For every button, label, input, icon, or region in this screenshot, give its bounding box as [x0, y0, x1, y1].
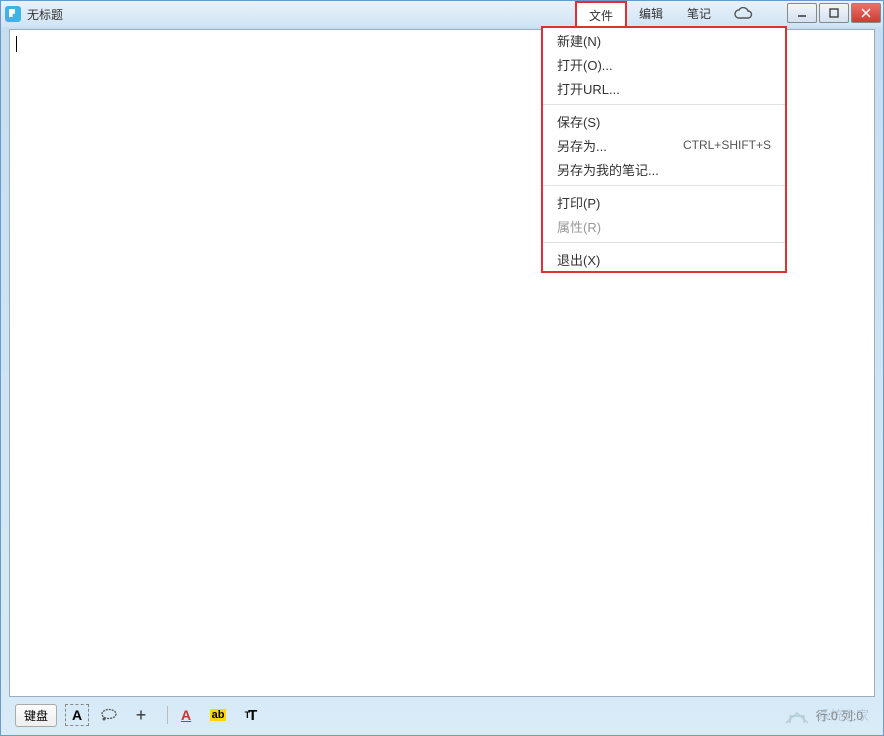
menu-item-label: 新建(N): [557, 31, 601, 50]
menu-separator: [543, 185, 785, 186]
window-title: 无标题: [27, 6, 63, 23]
maximize-button[interactable]: [819, 3, 849, 23]
lasso-icon[interactable]: [97, 704, 121, 726]
menu-item-save-as[interactable]: 另存为... CTRL+SHIFT+S: [543, 133, 785, 157]
text-select-icon[interactable]: A: [65, 704, 89, 726]
close-button[interactable]: [851, 3, 881, 23]
menu-separator: [543, 242, 785, 243]
menu-item-save-as-note[interactable]: 另存为我的笔记...: [543, 157, 785, 181]
menu-item-label: 打印(P): [557, 193, 600, 212]
highlight-icon[interactable]: ab: [206, 704, 230, 726]
menu-item-save[interactable]: 保存(S): [543, 109, 785, 133]
menu-item-label: 打开URL...: [557, 79, 620, 98]
plus-icon[interactable]: +: [129, 704, 153, 726]
menu-item-label: 退出(X): [557, 250, 600, 269]
text-size-icon[interactable]: TT: [238, 704, 262, 726]
menu-item-open[interactable]: 打开(O)...: [543, 52, 785, 76]
window-controls: [785, 3, 881, 23]
menu-item-label: 另存为我的笔记...: [557, 160, 659, 179]
menu-item-print[interactable]: 打印(P): [543, 190, 785, 214]
file-menu-dropdown: 新建(N) 打开(O)... 打开URL... 保存(S) 另存为... CTR…: [541, 26, 787, 273]
menubar: 文件 编辑 笔记: [575, 1, 763, 27]
font-color-icon[interactable]: A: [174, 704, 198, 726]
menu-item-open-url[interactable]: 打开URL...: [543, 76, 785, 100]
app-icon: [5, 6, 21, 22]
menu-notes[interactable]: 笔记: [675, 1, 723, 27]
minimize-button[interactable]: [787, 3, 817, 23]
menu-item-label: 另存为...: [557, 136, 607, 155]
menu-file[interactable]: 文件: [575, 1, 627, 27]
titlebar: 无标题 文件 编辑 笔记: [1, 1, 883, 27]
menu-item-new[interactable]: 新建(N): [543, 28, 785, 52]
menu-item-shortcut: CTRL+SHIFT+S: [683, 138, 771, 152]
keyboard-button[interactable]: 键盘: [15, 704, 57, 727]
menu-edit[interactable]: 编辑: [627, 1, 675, 27]
menu-separator: [543, 104, 785, 105]
bottom-toolbar: 键盘 A + A ab TT 行:0 列:0: [9, 701, 875, 729]
menu-item-properties: 属性(R): [543, 214, 785, 238]
menu-item-label: 保存(S): [557, 112, 600, 131]
toolbar-divider: [167, 706, 168, 724]
status-cursor-position: 行:0 列:0: [816, 707, 863, 724]
menu-item-exit[interactable]: 退出(X): [543, 247, 785, 271]
cloud-icon[interactable]: [733, 7, 753, 21]
text-cursor: [16, 36, 17, 52]
app-window: 无标题 文件 编辑 笔记 新建(N) 打开(O)... 打开URL...: [0, 0, 884, 736]
menu-item-label: 属性(R): [557, 217, 601, 236]
menu-item-label: 打开(O)...: [557, 55, 613, 74]
